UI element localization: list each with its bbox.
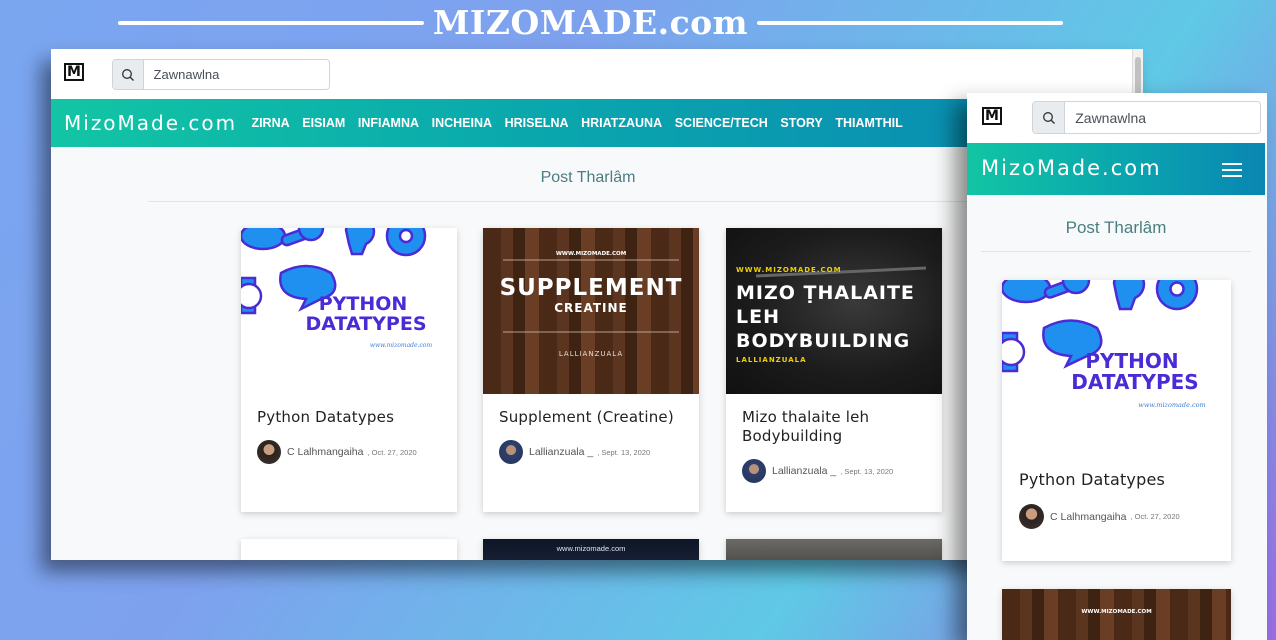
- post-card[interactable]: WWW.MIZOMADE.COM SUPPLEMENT CREATINE LAL…: [483, 228, 699, 512]
- search-icon: [121, 68, 134, 81]
- nav-item-infiamna[interactable]: INFIAMNA: [352, 116, 426, 130]
- banner: MIZOMADE.com: [0, 0, 1276, 46]
- avatar: [499, 440, 523, 464]
- post-title-line1[interactable]: Mizo thalaite leh: [742, 408, 869, 427]
- nav-item-thiamthil[interactable]: THIAMTHIL: [829, 116, 909, 130]
- thumb-bb-site: WWW.MIZOMADE.COM: [736, 266, 842, 274]
- mobile-post-date: , Oct. 27, 2020: [1130, 512, 1180, 521]
- nav-item-incheina[interactable]: INCHEINA: [425, 116, 498, 130]
- thumb-supp-site: WWW.MIZOMADE.COM: [556, 251, 626, 257]
- mobile-post-author[interactable]: C Lalhmangaiha: [1050, 511, 1126, 523]
- navbar-brand[interactable]: MizoMade.com: [64, 111, 237, 135]
- thumb-bb-line2: LEH: [736, 306, 780, 328]
- mobile-thumb-python-site: www.mizomade.com: [1138, 401, 1205, 409]
- row2-site: www.mizomade.com: [556, 544, 626, 553]
- nav-item-zirna[interactable]: ZIRNA: [245, 116, 296, 130]
- mobile-thumb-python-line2: DATATYPES: [1071, 370, 1198, 394]
- mobile-site-logo[interactable]: M: [982, 107, 1002, 125]
- avatar: [742, 459, 766, 483]
- mobile-post-meta: C Lalhmangaiha , Oct. 27, 2020: [1019, 504, 1180, 529]
- post-date: , Oct. 27, 2020: [367, 447, 417, 457]
- search-bar: [112, 59, 330, 90]
- thumb-python-line2: DATATYPES: [305, 313, 426, 335]
- nav-item-eisiam[interactable]: EISIAM: [296, 116, 352, 130]
- avatar: [1019, 504, 1044, 529]
- avatar: [257, 440, 281, 464]
- post-title[interactable]: Python Datatypes: [257, 408, 394, 427]
- post-card[interactable]: WWW.MIZOMADE.COM MIZO ṬHALAITE LEH BODYB…: [726, 228, 942, 512]
- scrollbar-thumb[interactable]: [1135, 57, 1141, 97]
- mobile-search-input[interactable]: [1065, 102, 1260, 133]
- banner-line-right: [757, 21, 1063, 25]
- post-thumbnail[interactable]: WWW.MIZOMADE.COM SUPPLEMENT CREATINE LAL…: [483, 228, 699, 394]
- thumb-bb-line1: MIZO ṬHALAITE: [736, 282, 915, 304]
- banner-title: MIZOMADE.com: [432, 3, 749, 42]
- post-thumbnail[interactable]: WWW.MIZOMADE.COM MIZO ṬHALAITE LEH BODYB…: [726, 228, 942, 394]
- thumb-python-line1: PYTHON: [319, 293, 408, 315]
- mobile-section-title: Post Tharlâm: [1065, 218, 1167, 237]
- mobile-screenshot: M MizoMade.com Post Tharlâm: [967, 93, 1267, 640]
- post-author[interactable]: C Lalhmangaiha: [287, 446, 363, 458]
- post-meta: Lallianzuala _ , Sept. 13, 2020: [742, 459, 893, 483]
- mobile-row2-site: WWW.MIZOMADE.COM: [1081, 609, 1152, 615]
- section-title: Post Tharlâm: [540, 169, 636, 186]
- nav-item-science-tech[interactable]: SCIENCE/TECH: [668, 116, 774, 130]
- thumb-supp-line2: CREATINE: [554, 301, 628, 315]
- mobile-top-bar: M: [967, 93, 1267, 143]
- mobile-post-thumbnail[interactable]: PYTHON DATATYPES www.mizomade.com: [1002, 280, 1231, 456]
- supplement-thumbnail-art: WWW.MIZOMADE.COM SUPPLEMENT CREATINE LAL…: [500, 251, 683, 358]
- thumb-bb-byline: LALLIANZUALA: [736, 356, 807, 364]
- banner-line-left: [118, 21, 424, 25]
- post-thumbnail[interactable]: PYTHON DATATYPES www.mizomade.com: [241, 228, 457, 394]
- search-input[interactable]: [143, 60, 329, 89]
- post-meta: Lallianzuala _ , Sept. 13, 2020: [499, 440, 650, 464]
- search-icon: [1042, 111, 1055, 124]
- mobile-search-bar: [1032, 101, 1261, 134]
- thumb-python-site: www.mizomade.com: [370, 342, 433, 349]
- top-bar: M: [51, 49, 1143, 99]
- mobile-post-card[interactable]: WWW.MIZOMADE.COM: [1002, 589, 1231, 640]
- post-date: , Sept. 13, 2020: [840, 466, 894, 476]
- mobile-navbar-brand[interactable]: MizoMade.com: [981, 156, 1162, 180]
- mobile-section-divider: [981, 251, 1251, 252]
- hamburger-menu-icon[interactable]: [1222, 163, 1242, 177]
- python-thumbnail-art: PYTHON DATATYPES www.mizomade.com: [1002, 280, 1206, 409]
- post-card[interactable]: www.mizomade.com: [483, 539, 699, 560]
- post-title[interactable]: Supplement (Creatine): [499, 408, 674, 427]
- nav-item-story[interactable]: STORY: [774, 116, 829, 130]
- post-meta: C Lalhmangaiha , Oct. 27, 2020: [257, 440, 417, 464]
- post-date: , Sept. 13, 2020: [597, 447, 651, 457]
- nav-item-hriatzauna[interactable]: HRIATZAUNA: [575, 116, 669, 130]
- post-author[interactable]: Lallianzuala _: [772, 465, 836, 477]
- bodybuilding-thumbnail-art: WWW.MIZOMADE.COM MIZO ṬHALAITE LEH BODYB…: [736, 266, 927, 364]
- thumb-supp-line1: SUPPLEMENT: [500, 275, 683, 301]
- post-author[interactable]: Lallianzuala _: [529, 446, 593, 458]
- post-card[interactable]: [241, 539, 457, 560]
- nav-menu: ZIRNA EISIAM INFIAMNA INCHEINA HRISELNA …: [245, 116, 909, 130]
- mobile-navbar: MizoMade.com: [967, 143, 1265, 195]
- mobile-post-card[interactable]: PYTHON DATATYPES www.mizomade.com Python…: [1002, 280, 1231, 561]
- section-divider: [148, 201, 1008, 202]
- post-card[interactable]: [726, 539, 942, 560]
- post-title-line2[interactable]: Bodybuilding: [742, 427, 842, 446]
- search-button[interactable]: [113, 60, 144, 89]
- thumb-bb-line3: BODYBUILDING: [736, 330, 910, 352]
- mobile-search-button[interactable]: [1033, 102, 1066, 133]
- post-card[interactable]: PYTHON DATATYPES www.mizomade.com Python…: [241, 228, 457, 512]
- site-logo[interactable]: M: [64, 63, 84, 81]
- thumb-supp-byline: LALLIANZUALA: [559, 350, 623, 358]
- nav-item-hriselna[interactable]: HRISELNA: [498, 116, 575, 130]
- python-thumbnail-art: PYTHON DATATYPES www.mizomade.com: [241, 228, 433, 349]
- mobile-post-title[interactable]: Python Datatypes: [1019, 470, 1165, 489]
